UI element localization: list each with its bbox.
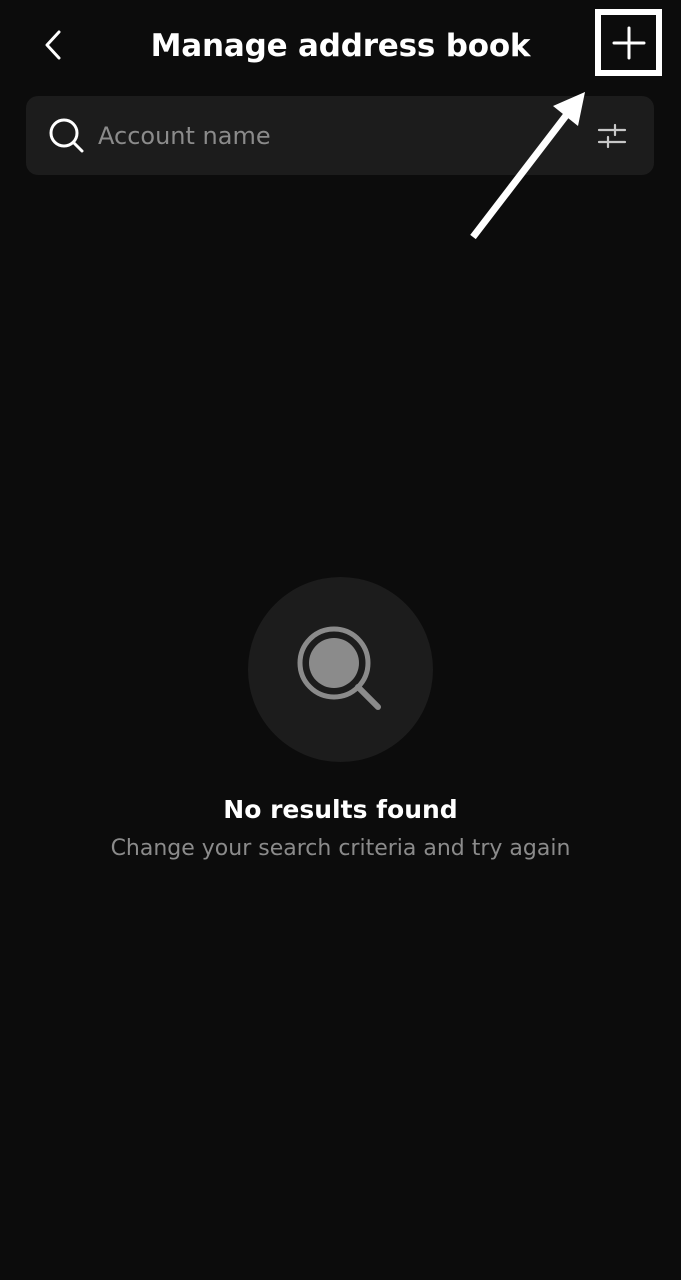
plus-icon <box>612 26 645 59</box>
filter-button[interactable] <box>594 118 630 154</box>
empty-state-illustration <box>248 577 433 762</box>
page-title: Manage address book <box>150 28 531 64</box>
search-input[interactable] <box>98 114 568 158</box>
search-bar <box>26 96 654 175</box>
address-book-screen: Manage address book No r <box>0 0 681 1280</box>
search-icon <box>49 118 84 153</box>
header: Manage address book <box>0 0 681 96</box>
empty-state-subtitle: Change your search criteria and try agai… <box>110 836 571 861</box>
add-address-button[interactable] <box>595 9 662 76</box>
sliders-icon <box>597 123 627 149</box>
magnifier-icon <box>297 626 381 710</box>
empty-state-title: No results found <box>223 795 458 824</box>
